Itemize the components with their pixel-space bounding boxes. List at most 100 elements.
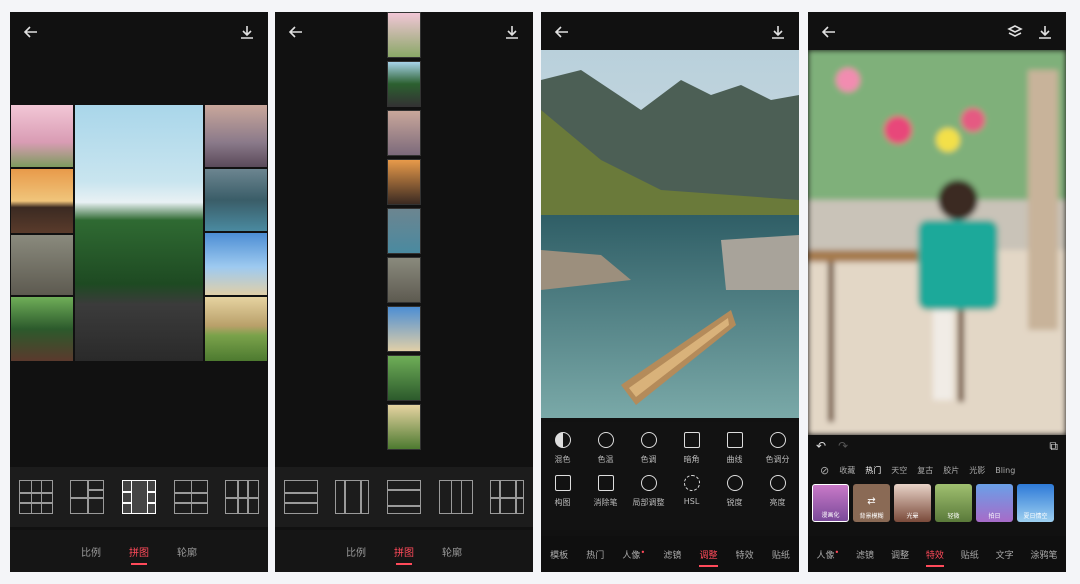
tab-effects[interactable]: 特效: [925, 548, 944, 567]
strip-frame[interactable]: [387, 12, 421, 58]
layout-option[interactable]: [490, 480, 525, 514]
tab-portrait[interactable]: 人像•: [622, 548, 645, 561]
tab-hot[interactable]: 热门: [586, 548, 604, 561]
effect-thumb[interactable]: ⇄ 背景模糊: [853, 484, 890, 522]
effect-thumb[interactable]: 夏日情空: [1017, 484, 1054, 522]
layers-icon[interactable]: [1004, 21, 1026, 43]
download-icon[interactable]: [1034, 21, 1056, 43]
effect-thumb[interactable]: 拍日: [976, 484, 1013, 522]
tab-collage[interactable]: 拼图: [129, 544, 149, 565]
category-film[interactable]: 胶片: [943, 465, 959, 476]
layout-option[interactable]: [225, 480, 260, 514]
tab-portrait[interactable]: 人像•: [816, 548, 839, 561]
tab-doodle[interactable]: 涂鸦笔: [1031, 548, 1058, 561]
strip-frame[interactable]: [387, 208, 421, 254]
tool-crop[interactable]: 构图: [545, 475, 581, 508]
effect-categories: ⊘ 收藏 热门 天空 复古 胶片 光影 Bling: [808, 460, 1066, 480]
undo-redo-row: ↶ ↷ ⧉: [808, 435, 1066, 457]
film-strip[interactable]: [387, 12, 421, 452]
tab-stickers[interactable]: 贴纸: [961, 548, 979, 561]
collage-tile[interactable]: [204, 296, 268, 362]
layout-selector: [275, 467, 533, 527]
back-arrow-icon[interactable]: [20, 21, 42, 43]
collage-tile[interactable]: [10, 104, 74, 168]
tool-tint[interactable]: 色调: [631, 432, 667, 465]
collage-tile[interactable]: [10, 296, 74, 362]
mode-tabs: 比例 拼图 轮廓: [275, 530, 533, 572]
category-bling[interactable]: Bling: [995, 466, 1015, 475]
effect-thumbnails: 漫画化 ⇄ 背景模糊 光晕 轻微 拍日 夏日情空: [812, 484, 1066, 524]
download-icon[interactable]: [236, 21, 258, 43]
layout-option[interactable]: [438, 480, 473, 514]
tool-brightness[interactable]: 亮度: [760, 475, 796, 508]
layout-option[interactable]: [18, 480, 53, 514]
effect-thumb[interactable]: 漫画化: [812, 484, 849, 522]
download-icon[interactable]: [501, 21, 523, 43]
edited-photo[interactable]: [541, 50, 799, 418]
collage-tile[interactable]: [204, 104, 268, 168]
tab-adjust[interactable]: 调整: [699, 548, 718, 567]
edited-photo[interactable]: [808, 50, 1066, 435]
tool-sharpness[interactable]: 锐度: [717, 475, 753, 508]
tab-outline[interactable]: 轮廓: [442, 544, 462, 559]
collage-tile[interactable]: [10, 168, 74, 234]
tab-ratio[interactable]: 比例: [81, 544, 101, 559]
layout-option[interactable]: [173, 480, 208, 514]
back-arrow-icon[interactable]: [551, 21, 573, 43]
tool-color-split[interactable]: 色调分: [760, 432, 796, 465]
collage-tile[interactable]: [204, 232, 268, 296]
strip-frame[interactable]: [387, 404, 421, 450]
tool-local-adjust[interactable]: 局部调整: [631, 475, 667, 508]
target-icon: [640, 475, 657, 491]
tool-vignette[interactable]: 暗角: [674, 432, 710, 465]
tab-filter[interactable]: 滤镜: [856, 548, 874, 561]
tab-collage[interactable]: 拼图: [394, 544, 414, 565]
category-sky[interactable]: 天空: [891, 465, 907, 476]
layout-option[interactable]: [283, 480, 318, 514]
tool-mix[interactable]: 混色: [545, 432, 581, 465]
undo-icon[interactable]: ↶: [816, 439, 826, 453]
tab-adjust[interactable]: 调整: [891, 548, 909, 561]
collage-tile[interactable]: [204, 168, 268, 232]
strip-frame[interactable]: [387, 257, 421, 303]
collage-tile-main[interactable]: [74, 104, 204, 362]
effect-thumb[interactable]: 轻微: [935, 484, 972, 522]
layout-option[interactable]: [335, 480, 370, 514]
strip-frame[interactable]: [387, 61, 421, 107]
tab-filter[interactable]: 滤镜: [663, 548, 681, 561]
editor-tabs: 人像• 滤镜 调整 特效 贴纸 文字 涂鸦笔: [808, 536, 1066, 572]
category-hot[interactable]: 热门: [865, 465, 881, 476]
strip-frame[interactable]: [387, 355, 421, 401]
tab-outline[interactable]: 轮廓: [177, 544, 197, 559]
vignette-icon: [683, 432, 700, 448]
category-light[interactable]: 光影: [969, 465, 985, 476]
tab-template[interactable]: 模板: [550, 548, 568, 561]
tab-stickers[interactable]: 贴纸: [772, 548, 790, 561]
effect-thumb[interactable]: 光晕: [894, 484, 931, 522]
strip-frame[interactable]: [387, 306, 421, 352]
tab-ratio[interactable]: 比例: [346, 544, 366, 559]
tool-hsl[interactable]: HSL: [674, 475, 710, 508]
layout-option[interactable]: [70, 480, 105, 514]
strip-frame[interactable]: [387, 159, 421, 205]
category-retro[interactable]: 复古: [917, 465, 933, 476]
download-icon[interactable]: [767, 21, 789, 43]
tab-effects[interactable]: 特效: [736, 548, 754, 561]
new-dot: •: [640, 547, 646, 557]
layout-option[interactable]: [386, 480, 421, 514]
no-effect-icon[interactable]: ⊘: [820, 464, 829, 477]
strip-frame[interactable]: [387, 110, 421, 156]
back-arrow-icon[interactable]: [818, 21, 840, 43]
layout-option-selected[interactable]: [121, 480, 156, 514]
collage-canvas[interactable]: [10, 104, 268, 362]
tab-text[interactable]: 文字: [996, 548, 1014, 561]
category-favorites[interactable]: 收藏: [839, 465, 855, 476]
redo-icon[interactable]: ↷: [838, 439, 848, 453]
tool-eraser[interactable]: 消除笔: [588, 475, 624, 508]
back-arrow-icon[interactable]: [285, 21, 307, 43]
compare-icon[interactable]: ⧉: [1049, 439, 1058, 454]
collage-tile[interactable]: [10, 234, 74, 296]
tool-curves[interactable]: 曲线: [717, 432, 753, 465]
tool-temperature[interactable]: 色温: [588, 432, 624, 465]
swap-icon: ⇄: [867, 496, 876, 507]
